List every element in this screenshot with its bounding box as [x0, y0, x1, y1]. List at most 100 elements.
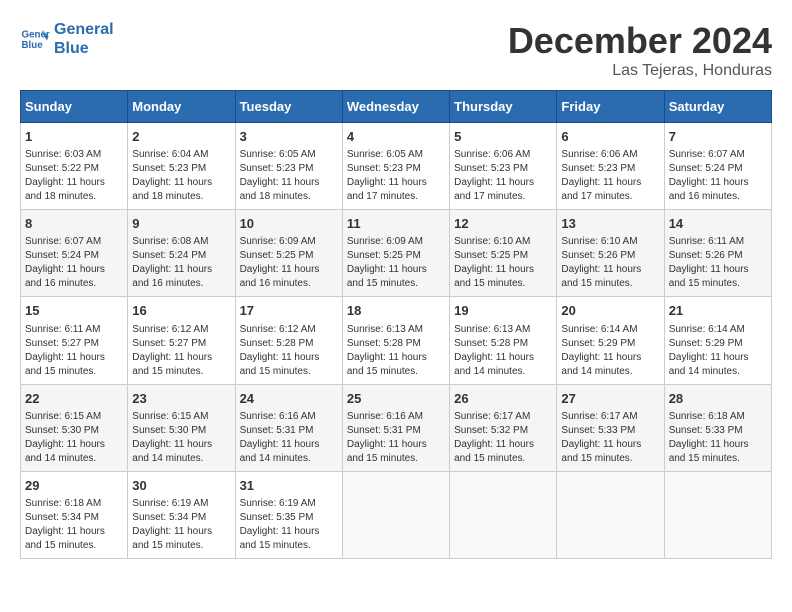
day-number: 5 — [454, 128, 552, 146]
calendar-cell: 21 Sunrise: 6:14 AM Sunset: 5:29 PM Dayli… — [664, 297, 771, 384]
day-info: Sunrise: 6:07 AM Sunset: 5:24 PM Dayligh… — [25, 235, 123, 291]
header-tuesday: Tuesday — [235, 91, 342, 123]
day-number: 11 — [347, 215, 445, 233]
header-saturday: Saturday — [664, 91, 771, 123]
calendar-cell: 31 Sunrise: 6:19 AM Sunset: 5:35 PM Dayli… — [235, 471, 342, 558]
calendar-cell: 30 Sunrise: 6:19 AM Sunset: 5:34 PM Dayli… — [128, 471, 235, 558]
calendar-week-4: 22 Sunrise: 6:15 AM Sunset: 5:30 PM Dayli… — [21, 384, 772, 471]
logo-icon: General Blue — [20, 24, 50, 54]
calendar-cell — [557, 471, 664, 558]
day-info: Sunrise: 6:06 AM Sunset: 5:23 PM Dayligh… — [454, 148, 552, 204]
day-info: Sunrise: 6:12 AM Sunset: 5:27 PM Dayligh… — [132, 323, 230, 379]
day-info: Sunrise: 6:05 AM Sunset: 5:23 PM Dayligh… — [347, 148, 445, 204]
day-info: Sunrise: 6:07 AM Sunset: 5:24 PM Dayligh… — [669, 148, 767, 204]
logo: General Blue General Blue — [20, 20, 114, 58]
day-number: 23 — [132, 390, 230, 408]
day-number: 18 — [347, 302, 445, 320]
day-info: Sunrise: 6:19 AM Sunset: 5:35 PM Dayligh… — [240, 497, 338, 553]
day-number: 2 — [132, 128, 230, 146]
calendar-cell: 4 Sunrise: 6:05 AM Sunset: 5:23 PM Daylig… — [342, 123, 449, 210]
day-number: 25 — [347, 390, 445, 408]
header-sunday: Sunday — [21, 91, 128, 123]
calendar-cell: 3 Sunrise: 6:05 AM Sunset: 5:23 PM Daylig… — [235, 123, 342, 210]
day-info: Sunrise: 6:18 AM Sunset: 5:34 PM Dayligh… — [25, 497, 123, 553]
calendar-cell — [342, 471, 449, 558]
calendar-cell: 6 Sunrise: 6:06 AM Sunset: 5:23 PM Daylig… — [557, 123, 664, 210]
header-friday: Friday — [557, 91, 664, 123]
day-info: Sunrise: 6:09 AM Sunset: 5:25 PM Dayligh… — [347, 235, 445, 291]
day-info: Sunrise: 6:05 AM Sunset: 5:23 PM Dayligh… — [240, 148, 338, 204]
calendar-cell — [664, 471, 771, 558]
calendar-cell: 9 Sunrise: 6:08 AM Sunset: 5:24 PM Daylig… — [128, 210, 235, 297]
day-number: 3 — [240, 128, 338, 146]
day-info: Sunrise: 6:18 AM Sunset: 5:33 PM Dayligh… — [669, 410, 767, 466]
calendar-cell: 17 Sunrise: 6:12 AM Sunset: 5:28 PM Dayli… — [235, 297, 342, 384]
day-info: Sunrise: 6:14 AM Sunset: 5:29 PM Dayligh… — [669, 323, 767, 379]
day-info: Sunrise: 6:10 AM Sunset: 5:25 PM Dayligh… — [454, 235, 552, 291]
calendar-table: SundayMondayTuesdayWednesdayThursdayFrid… — [20, 90, 772, 559]
day-number: 22 — [25, 390, 123, 408]
calendar-cell: 29 Sunrise: 6:18 AM Sunset: 5:34 PM Dayli… — [21, 471, 128, 558]
day-number: 7 — [669, 128, 767, 146]
month-title: December 2024 — [508, 20, 772, 62]
day-number: 27 — [561, 390, 659, 408]
page-header: General Blue General Blue December 2024 … — [20, 20, 772, 80]
day-number: 13 — [561, 215, 659, 233]
day-info: Sunrise: 6:15 AM Sunset: 5:30 PM Dayligh… — [25, 410, 123, 466]
calendar-cell: 27 Sunrise: 6:17 AM Sunset: 5:33 PM Dayli… — [557, 384, 664, 471]
day-info: Sunrise: 6:06 AM Sunset: 5:23 PM Dayligh… — [561, 148, 659, 204]
day-number: 20 — [561, 302, 659, 320]
day-info: Sunrise: 6:13 AM Sunset: 5:28 PM Dayligh… — [347, 323, 445, 379]
day-number: 9 — [132, 215, 230, 233]
calendar-cell: 8Sunrise: 6:07 AM Sunset: 5:24 PM Daylig… — [21, 210, 128, 297]
day-info: Sunrise: 6:19 AM Sunset: 5:34 PM Dayligh… — [132, 497, 230, 553]
day-number: 16 — [132, 302, 230, 320]
day-info: Sunrise: 6:17 AM Sunset: 5:32 PM Dayligh… — [454, 410, 552, 466]
calendar-cell: 19 Sunrise: 6:13 AM Sunset: 5:28 PM Dayli… — [450, 297, 557, 384]
day-info: Sunrise: 6:15 AM Sunset: 5:30 PM Dayligh… — [132, 410, 230, 466]
day-number: 26 — [454, 390, 552, 408]
day-number: 29 — [25, 477, 123, 495]
day-number: 28 — [669, 390, 767, 408]
calendar-cell: 24Sunrise: 6:16 AM Sunset: 5:31 PM Dayli… — [235, 384, 342, 471]
day-number: 21 — [669, 302, 767, 320]
day-number: 31 — [240, 477, 338, 495]
day-info: Sunrise: 6:12 AM Sunset: 5:28 PM Dayligh… — [240, 323, 338, 379]
day-info: Sunrise: 6:08 AM Sunset: 5:24 PM Dayligh… — [132, 235, 230, 291]
calendar-cell: 13 Sunrise: 6:10 AM Sunset: 5:26 PM Dayli… — [557, 210, 664, 297]
day-info: Sunrise: 6:03 AM Sunset: 5:22 PM Dayligh… — [25, 148, 123, 204]
calendar-cell: 15 Sunrise: 6:11 AM Sunset: 5:27 PM Dayli… — [21, 297, 128, 384]
calendar-cell: 23 Sunrise: 6:15 AM Sunset: 5:30 PM Dayli… — [128, 384, 235, 471]
calendar-week-5: 29 Sunrise: 6:18 AM Sunset: 5:34 PM Dayli… — [21, 471, 772, 558]
location: Las Tejeras, Honduras — [508, 62, 772, 80]
day-number: 17 — [240, 302, 338, 320]
calendar-cell: 14Sunrise: 6:11 AM Sunset: 5:26 PM Dayli… — [664, 210, 771, 297]
calendar-cell: 5 Sunrise: 6:06 AM Sunset: 5:23 PM Daylig… — [450, 123, 557, 210]
calendar-cell: 26 Sunrise: 6:17 AM Sunset: 5:32 PM Dayli… — [450, 384, 557, 471]
day-number: 6 — [561, 128, 659, 146]
header-thursday: Thursday — [450, 91, 557, 123]
calendar-cell: 1 Sunrise: 6:03 AM Sunset: 5:22 PM Daylig… — [21, 123, 128, 210]
day-number: 24 — [240, 390, 338, 408]
calendar-week-3: 15 Sunrise: 6:11 AM Sunset: 5:27 PM Dayli… — [21, 297, 772, 384]
day-number: 30 — [132, 477, 230, 495]
logo-line1: General — [54, 20, 114, 39]
day-number: 4 — [347, 128, 445, 146]
day-number: 1 — [25, 128, 123, 146]
calendar-cell: 18 Sunrise: 6:13 AM Sunset: 5:28 PM Dayli… — [342, 297, 449, 384]
calendar-cell: 16 Sunrise: 6:12 AM Sunset: 5:27 PM Dayli… — [128, 297, 235, 384]
calendar-cell — [450, 471, 557, 558]
day-number: 12 — [454, 215, 552, 233]
calendar-cell: 12 Sunrise: 6:10 AM Sunset: 5:25 PM Dayli… — [450, 210, 557, 297]
day-info: Sunrise: 6:16 AM Sunset: 5:31 PM Dayligh… — [347, 410, 445, 466]
day-number: 15 — [25, 302, 123, 320]
day-info: Sunrise: 6:10 AM Sunset: 5:26 PM Dayligh… — [561, 235, 659, 291]
day-info: Sunrise: 6:13 AM Sunset: 5:28 PM Dayligh… — [454, 323, 552, 379]
day-info: Sunrise: 6:11 AM Sunset: 5:27 PM Dayligh… — [25, 323, 123, 379]
day-info: Sunrise: 6:17 AM Sunset: 5:33 PM Dayligh… — [561, 410, 659, 466]
day-number: 19 — [454, 302, 552, 320]
calendar-cell: 22 Sunrise: 6:15 AM Sunset: 5:30 PM Dayli… — [21, 384, 128, 471]
header-wednesday: Wednesday — [342, 91, 449, 123]
day-number: 10 — [240, 215, 338, 233]
title-block: December 2024 Las Tejeras, Honduras — [508, 20, 772, 80]
